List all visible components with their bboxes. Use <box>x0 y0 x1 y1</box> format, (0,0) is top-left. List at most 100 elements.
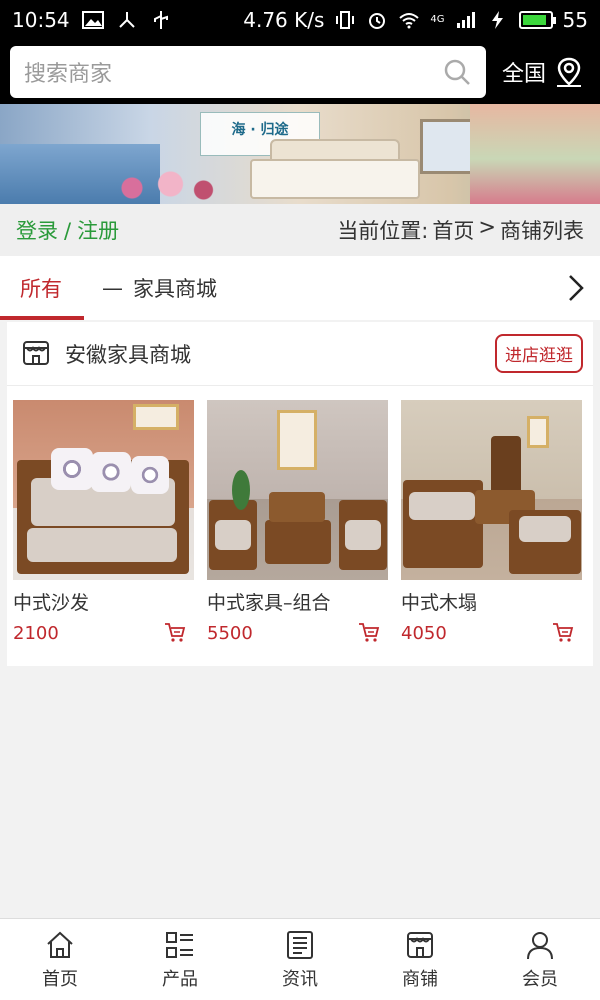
usb-icon <box>150 10 172 30</box>
tab-label: 家具商城 <box>133 277 217 301</box>
product-image-sofa[interactable] <box>13 400 194 580</box>
nav-home[interactable]: 首页 <box>0 919 120 1000</box>
product-name[interactable]: 中式木塌 <box>401 588 582 615</box>
tab-all[interactable]: 所有 <box>0 256 84 320</box>
category-tabs: 所有 — 家具商城 <box>0 256 600 320</box>
store-header: 安徽家具商城 进店逛逛 <box>7 322 593 386</box>
chair-cushion <box>345 520 381 550</box>
region-label: 全国 <box>502 62 547 87</box>
grid-list-icon <box>166 931 193 958</box>
product-image-furniture-set[interactable] <box>207 400 388 580</box>
couch-cushion <box>409 492 475 520</box>
header: 搜索商家 全国 <box>0 40 600 104</box>
breadcrumb: 当前位置: 首页 > 商铺列表 <box>337 215 584 245</box>
product-card[interactable]: 中式沙发 2100 <box>13 400 194 645</box>
nav-label: 产品 <box>162 968 198 990</box>
plant <box>232 470 250 510</box>
news-icon <box>287 930 313 959</box>
promo-banner[interactable]: 海 · 归途 <box>0 104 600 204</box>
wall-frame <box>527 416 549 448</box>
alarm-icon <box>366 10 388 30</box>
login-link[interactable]: 登录 <box>16 219 58 243</box>
region-selector[interactable]: 全国 <box>502 56 584 88</box>
status-left: 10:54 <box>12 8 172 32</box>
nav-label: 会员 <box>522 968 558 990</box>
store-card: 安徽家具商城 进店逛逛 中式沙发 2100 中式家具–组合 5500 中式木塌 … <box>7 322 593 666</box>
share-icon <box>116 10 138 30</box>
product-row: 4050 <box>401 621 582 645</box>
nav-products[interactable]: 产品 <box>120 919 240 1000</box>
chevron-right-icon[interactable] <box>552 256 600 320</box>
search-input[interactable]: 搜索商家 <box>24 56 442 88</box>
store-name[interactable]: 安徽家具商城 <box>65 339 191 369</box>
product-price: 2100 <box>13 622 59 644</box>
signal-type: 4G <box>430 14 445 25</box>
search-box[interactable]: 搜索商家 <box>10 46 486 98</box>
product-price: 5500 <box>207 622 253 644</box>
cart-icon[interactable] <box>164 621 190 645</box>
pillow <box>91 452 131 492</box>
product-list: 中式沙发 2100 中式家具–组合 5500 中式木塌 4050 <box>7 386 593 645</box>
status-bar: 10:54 4.76 K/s 4G 55 <box>0 0 600 40</box>
banner-window <box>420 119 475 174</box>
auth-links: 登录 / 注册 <box>16 215 119 245</box>
product-image-wooden-couch[interactable] <box>401 400 582 580</box>
banner-painting <box>470 104 600 204</box>
shop-icon <box>407 931 433 958</box>
breadcrumb-prefix: 当前位置: <box>337 219 429 243</box>
nav-member[interactable]: 会员 <box>480 919 600 1000</box>
coffee-table <box>265 520 331 564</box>
cart-icon[interactable] <box>552 621 578 645</box>
product-row: 2100 <box>13 621 194 645</box>
breadcrumb-arrow: > <box>478 215 496 239</box>
user-icon <box>527 931 553 959</box>
product-name[interactable]: 中式沙发 <box>13 588 194 615</box>
product-price: 4050 <box>401 622 447 644</box>
wall-frame <box>277 410 317 470</box>
banner-flowers <box>110 164 220 204</box>
nav-label: 首页 <box>42 968 78 990</box>
breadcrumb-current: 商铺列表 <box>500 219 584 243</box>
wall-frame <box>133 404 179 430</box>
product-card[interactable]: 中式木塌 4050 <box>401 400 582 645</box>
auth-separator: / <box>64 219 72 243</box>
nav-label: 商铺 <box>402 968 438 990</box>
sofa-seat <box>27 528 177 562</box>
tab-prefix: — <box>102 276 123 300</box>
status-right: 4.76 K/s 4G 55 <box>243 8 588 32</box>
sofa-back <box>269 492 325 522</box>
battery-icon <box>518 11 556 29</box>
banner-title: 海 · 归途 <box>231 122 289 138</box>
nav-news[interactable]: 资讯 <box>240 919 360 1000</box>
pillow <box>51 448 93 490</box>
chair-cushion <box>215 520 251 550</box>
product-row: 5500 <box>207 621 388 645</box>
nav-shops[interactable]: 商铺 <box>360 919 480 1000</box>
vibrate-icon <box>334 10 356 30</box>
signal-icon <box>455 10 477 30</box>
network-speed: 4.76 K/s <box>243 8 325 32</box>
wifi-icon <box>398 10 420 30</box>
battery-fill <box>522 15 546 25</box>
register-link[interactable]: 注册 <box>77 219 119 243</box>
banner-bed <box>250 159 420 199</box>
shop-icon <box>21 337 51 371</box>
battery-level: 55 <box>562 8 588 32</box>
clock: 10:54 <box>12 8 70 32</box>
product-name[interactable]: 中式家具–组合 <box>207 588 388 615</box>
cart-icon[interactable] <box>358 621 384 645</box>
pillow <box>131 456 169 494</box>
chair-cushion <box>519 516 571 542</box>
breadcrumb-home[interactable]: 首页 <box>432 215 474 245</box>
home-icon <box>47 931 73 958</box>
search-icon[interactable] <box>442 57 472 87</box>
location-pin-icon <box>557 57 582 87</box>
crumb-bar: 登录 / 注册 当前位置: 首页 > 商铺列表 <box>0 204 600 256</box>
visit-store-button[interactable]: 进店逛逛 <box>495 334 583 373</box>
tab-furniture-mall[interactable]: — 家具商城 <box>82 256 237 320</box>
product-card[interactable]: 中式家具–组合 5500 <box>207 400 388 645</box>
nav-label: 资讯 <box>282 968 318 990</box>
image-icon <box>81 10 104 30</box>
charging-icon <box>487 10 509 30</box>
bottom-nav: 首页 产品 资讯 商铺 会员 <box>0 918 600 1000</box>
